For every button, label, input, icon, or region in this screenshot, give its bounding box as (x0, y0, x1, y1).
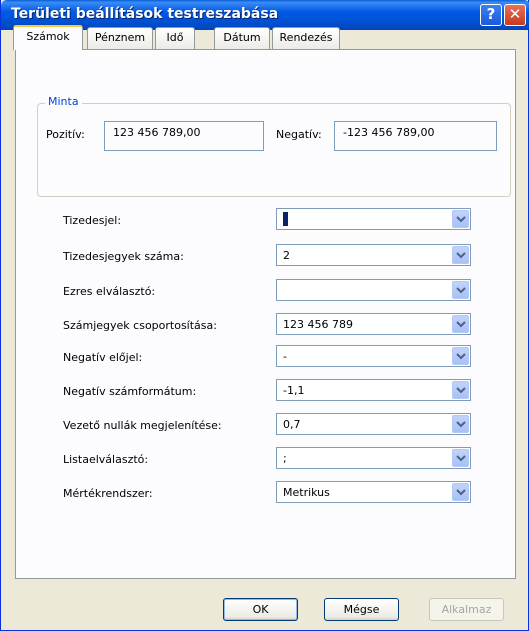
positive-sample-box: 123 456 789,00 (104, 121, 264, 151)
window-title: Területi beállítások testreszabása (11, 6, 279, 22)
thousands-separator-combo[interactable] (276, 279, 471, 301)
leading-zeros-value: 0,7 (283, 418, 301, 431)
dialog-window: Területi beállítások testreszabása ? ✕ S… (0, 0, 529, 631)
tab-szamok[interactable]: Számok (13, 25, 83, 50)
positive-label: Pozitív: (46, 128, 85, 141)
decimal-symbol-combo[interactable] (276, 208, 471, 230)
positive-sample-value: 123 456 789,00 (113, 126, 201, 139)
tab-rendezes[interactable]: Rendezés (272, 27, 340, 49)
digit-grouping-value: 123 456 789 (283, 318, 353, 331)
list-separator-value: ; (283, 452, 287, 465)
negative-label: Negatív: (276, 128, 322, 141)
leading-zeros-label: Vezető nullák megjelenítése: (63, 419, 222, 432)
chevron-down-icon[interactable] (452, 315, 469, 333)
digit-grouping-label: Számjegyek csoportosítása: (63, 319, 217, 332)
chevron-down-icon[interactable] (452, 347, 469, 365)
leading-zeros-combo[interactable]: 0,7 (276, 413, 471, 435)
measurement-system-combo[interactable]: Metrikus (276, 481, 471, 503)
help-button[interactable]: ? (480, 4, 502, 26)
cancel-button[interactable]: Mégse (324, 598, 399, 621)
chevron-down-icon[interactable] (452, 246, 469, 264)
digit-grouping-combo[interactable]: 123 456 789 (276, 313, 471, 335)
apply-button[interactable]: Alkalmaz (429, 598, 504, 621)
measurement-system-value: Metrikus (283, 486, 330, 499)
negative-format-combo[interactable]: -1,1 (276, 379, 471, 401)
chevron-down-icon[interactable] (452, 483, 469, 501)
negative-sign-combo[interactable]: - (276, 345, 471, 367)
chevron-down-icon[interactable] (452, 415, 469, 433)
decimal-digits-combo[interactable]: 2 (276, 244, 471, 266)
measurement-system-label: Mértékrendszer: (63, 487, 153, 500)
list-separator-label: Listaelválasztó: (63, 453, 149, 466)
decimal-digits-value: 2 (283, 249, 290, 262)
negative-sample-box: -123 456 789,00 (334, 121, 497, 151)
tab-ido[interactable]: Idő (155, 27, 195, 49)
chevron-down-icon[interactable] (452, 210, 469, 228)
selection-caret (283, 212, 288, 226)
chevron-down-icon[interactable] (452, 449, 469, 467)
negative-format-label: Negatív számformátum: (63, 385, 197, 398)
tab-penznem[interactable]: Pénznem (87, 27, 153, 49)
chevron-down-icon[interactable] (452, 381, 469, 399)
ok-button[interactable]: OK (223, 598, 298, 621)
sample-group-label: Minta (45, 95, 82, 108)
decimal-symbol-label: Tizedesjel: (63, 214, 122, 227)
close-button[interactable]: ✕ (504, 4, 526, 26)
chevron-down-icon[interactable] (452, 281, 469, 299)
list-separator-combo[interactable]: ; (276, 447, 471, 469)
negative-sample-value: -123 456 789,00 (343, 126, 435, 139)
thousands-separator-label: Ezres elválasztó: (63, 285, 156, 298)
negative-sign-label: Negatív előjel: (63, 351, 143, 364)
tab-datum[interactable]: Dátum (214, 27, 270, 49)
decimal-digits-label: Tizedesjegyek száma: (63, 250, 184, 263)
negative-sign-value: - (283, 350, 287, 363)
negative-format-value: -1,1 (283, 384, 305, 397)
